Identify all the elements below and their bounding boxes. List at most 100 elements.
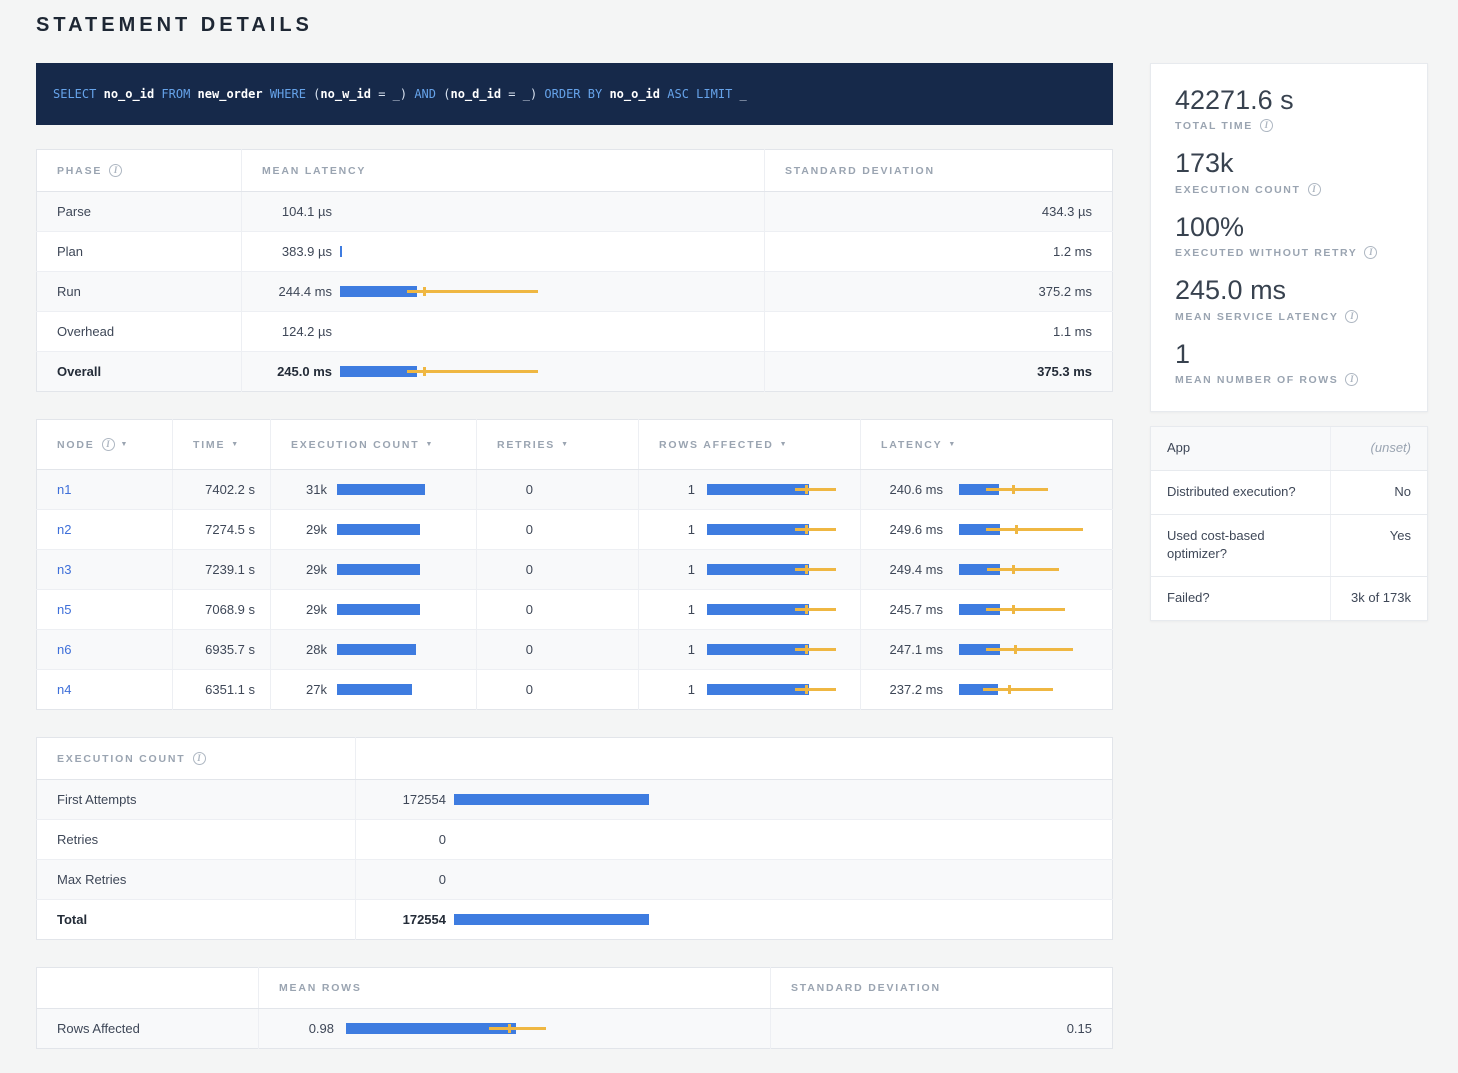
stddev-tick: [423, 367, 426, 376]
bar-chart: 245.7 ms: [881, 602, 1092, 617]
execution-count-cell: 29k: [271, 510, 477, 550]
time-column-header[interactable]: TIME▼: [173, 420, 271, 470]
mean-bar: [337, 484, 425, 495]
mean-bar: [340, 366, 417, 377]
bar-value: 247.1 ms: [881, 642, 943, 657]
retries-cell: 0: [477, 590, 639, 630]
execution-count-row: Retries0: [37, 820, 1113, 860]
bar-track: [959, 644, 1092, 655]
stddev-line: [986, 608, 1066, 611]
node-link[interactable]: n1: [57, 482, 71, 497]
node-link[interactable]: n4: [57, 682, 71, 697]
sql-token: = _): [371, 87, 414, 101]
node-table-row: n57068.9 s29k01245.7 ms: [37, 590, 1113, 630]
bar-value: 249.6 ms: [881, 522, 943, 537]
retries-cell: 0: [477, 510, 639, 550]
execution-count-label: First Attempts: [37, 780, 356, 820]
detail-row: Distributed execution?No: [1151, 470, 1427, 514]
mean-latency-cell: 383.9 µs: [242, 232, 765, 272]
info-icon[interactable]: i: [1308, 183, 1321, 196]
mean-bar: [337, 644, 416, 655]
mean-service-latency-label: MEAN SERVICE LATENCYi: [1175, 310, 1403, 323]
node-table-row: n46351.1 s27k01237.2 ms: [37, 670, 1113, 710]
bar-value: 249.4 ms: [881, 562, 943, 577]
sort-arrow-icon: ▼: [231, 441, 238, 448]
bar-track: [337, 524, 456, 535]
info-icon[interactable]: i: [102, 438, 115, 451]
stddev-tick: [1014, 645, 1017, 654]
phase-name: Plan: [37, 232, 242, 272]
info-icon[interactable]: i: [193, 752, 206, 765]
bar-chart: 1: [659, 562, 840, 577]
bar-value: 240.6 ms: [881, 482, 943, 497]
sort-arrow-icon: ▼: [426, 441, 433, 448]
mean-bar: [337, 684, 412, 695]
rows-affected-column-header[interactable]: ROWS AFFECTED▼: [639, 420, 861, 470]
execution-count-row: Max Retries 0: [37, 860, 1113, 900]
info-icon[interactable]: i: [1364, 246, 1377, 259]
node-link[interactable]: n3: [57, 562, 71, 577]
bar-chart: 29k: [291, 562, 456, 577]
bar-value: 1: [659, 642, 695, 657]
bar-chart: 245.0 ms: [262, 364, 744, 379]
latency-cell: 249.4 ms: [861, 550, 1113, 590]
info-icon[interactable]: i: [1260, 119, 1273, 132]
detail-label: Used cost-based optimizer?: [1151, 515, 1331, 577]
execution-count-label: Max Retries: [37, 860, 356, 900]
bar-value: 124.2 µs: [262, 324, 332, 339]
bar-track: [707, 644, 840, 655]
bar-value: 0.98: [279, 1021, 334, 1036]
stddev-line: [983, 688, 1053, 691]
bar-chart: 29k: [291, 522, 456, 537]
info-icon[interactable]: i: [1345, 310, 1358, 323]
side-column: 42271.6 s TOTAL TIMEi 173k EXECUTION COU…: [1150, 63, 1428, 621]
bar-value: 0: [376, 872, 446, 887]
rows-table: MEAN ROWS STANDARD DEVIATION Rows Affect…: [36, 967, 1113, 1049]
bar-value: 1: [659, 562, 695, 577]
mean-bar: [337, 524, 420, 535]
stddev-tick: [1012, 605, 1015, 614]
mean-number-of-rows-value: 1: [1175, 338, 1403, 370]
node-column-header[interactable]: NODEi▼: [37, 420, 173, 470]
node-link[interactable]: n6: [57, 642, 71, 657]
total-time-value: 42271.6 s: [1175, 84, 1403, 116]
rows-table-header-row: MEAN ROWS STANDARD DEVIATION: [37, 968, 1113, 1009]
sql-token: [96, 87, 103, 101]
bar-track: [340, 246, 744, 257]
bar-track: [454, 874, 1092, 885]
execution-count-column-header[interactable]: EXECUTION COUNT▼: [271, 420, 477, 470]
stddev-cell: 434.3 µs: [765, 192, 1113, 232]
node-link[interactable]: n5: [57, 602, 71, 617]
latency-cell: 249.6 ms: [861, 510, 1113, 550]
sql-token: WHERE: [270, 87, 306, 101]
stat-item: 173k EXECUTION COUNTi: [1175, 147, 1403, 195]
stddev-line: [795, 528, 836, 531]
bar-value: 29k: [291, 522, 327, 537]
node-cell: n1: [37, 470, 173, 510]
stddev-line: [987, 568, 1059, 571]
cell-value: 7068.9 s: [193, 602, 255, 617]
mean-bar: [340, 246, 342, 257]
stat-item: 245.0 ms MEAN SERVICE LATENCYi: [1175, 274, 1403, 322]
node-table-row: n66935.7 s28k01247.1 ms: [37, 630, 1113, 670]
info-icon[interactable]: i: [109, 164, 122, 177]
stddev-tick: [1008, 685, 1011, 694]
cell-value: 0: [497, 522, 533, 537]
sql-token: AND: [414, 87, 436, 101]
stddev-cell: 375.3 ms: [765, 352, 1113, 392]
sql-token: new_order: [198, 87, 263, 101]
sql-token: (: [436, 87, 450, 101]
detail-label: Distributed execution?: [1151, 471, 1331, 514]
statement-details-card: App(unset)Distributed execution?NoUsed c…: [1150, 426, 1428, 621]
execution-count-value-cell: 0: [356, 860, 1113, 900]
detail-label: App: [1151, 427, 1331, 470]
time-cell: 7239.1 s: [173, 550, 271, 590]
phase-table-header-row: PHASEi MEAN LATENCY STANDARD DEVIATION: [37, 150, 1113, 192]
retries-column-header[interactable]: RETRIES▼: [477, 420, 639, 470]
node-link[interactable]: n2: [57, 522, 71, 537]
stddev-tick: [805, 525, 808, 534]
sql-token: SELECT: [53, 87, 96, 101]
sort-arrow-icon: ▼: [121, 441, 128, 448]
info-icon[interactable]: i: [1345, 373, 1358, 386]
latency-column-header[interactable]: LATENCY▼: [861, 420, 1113, 470]
